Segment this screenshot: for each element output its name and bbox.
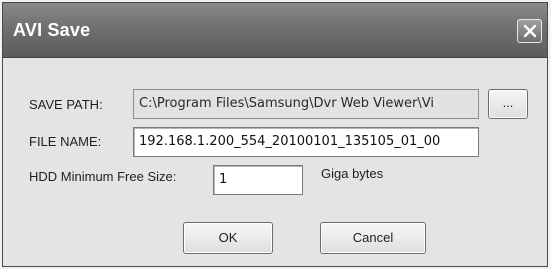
hdd-unit-label: Giga bytes <box>321 166 384 181</box>
browse-button[interactable]: ... <box>488 89 528 119</box>
dialog-title: AVI Save <box>13 20 91 40</box>
cancel-button[interactable]: Cancel <box>320 222 426 254</box>
save-path-field: C:\Program Files\Samsung\Dvr Web Viewer\… <box>133 89 479 119</box>
save-path-label: SAVE PATH: <box>29 97 103 112</box>
file-name-label: FILE NAME: <box>29 134 102 149</box>
close-icon <box>523 24 537 38</box>
hdd-min-free-input[interactable]: 1 <box>213 165 303 195</box>
hdd-min-free-label: HDD Minimum Free Size: <box>29 169 177 184</box>
file-name-input[interactable]: 192.168.1.200_554_20100101_135105_01_00 <box>133 127 479 157</box>
ok-button[interactable]: OK <box>183 222 273 254</box>
title-bar[interactable]: AVI Save <box>3 3 547 58</box>
avi-save-dialog: AVI Save SAVE PATH: C:\Program Files\Sam… <box>2 2 548 267</box>
close-button[interactable] <box>517 19 542 43</box>
